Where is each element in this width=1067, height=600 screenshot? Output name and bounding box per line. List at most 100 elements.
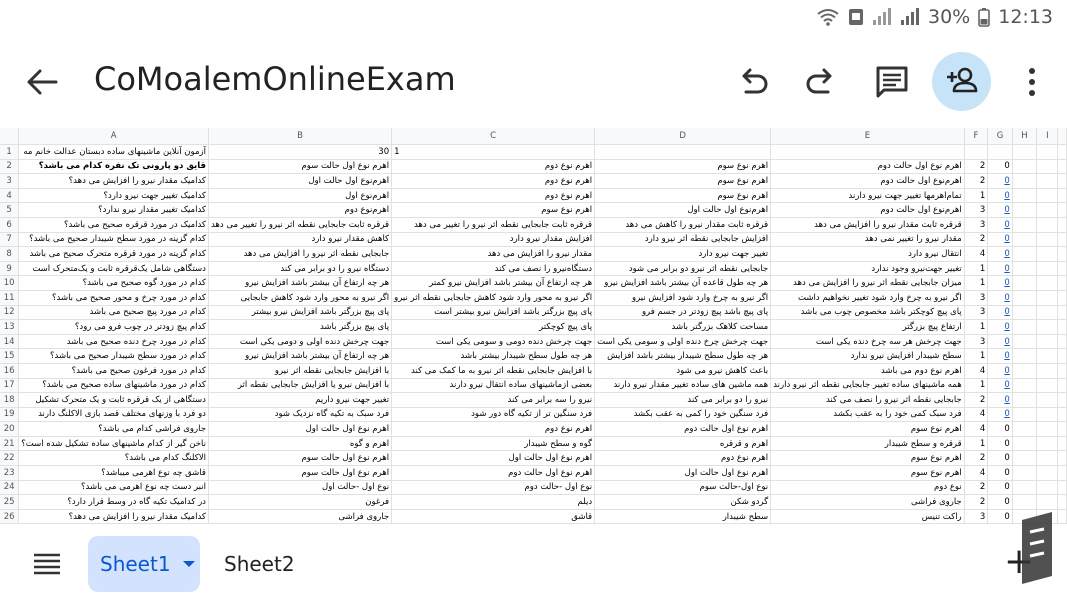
cell-c[interactable]: 1 (391, 144, 596, 160)
cell-c[interactable]: مقدار نیرو را افزایش می دهد (391, 246, 596, 262)
cell-h[interactable] (1012, 246, 1038, 262)
cell-c[interactable]: دیلم (391, 494, 596, 510)
row-number[interactable]: 13 (0, 319, 20, 335)
cell-i[interactable] (1036, 144, 1059, 160)
cell-g[interactable]: 0 (987, 348, 1013, 364)
cell-f[interactable]: 3 (964, 334, 989, 350)
row-number[interactable]: 26 (0, 509, 20, 525)
cell-b[interactable]: اهرم‌نوع دوم (208, 202, 393, 218)
cell-d[interactable]: پای پیچ باشد پیچ زودتر در جسم فرو (594, 305, 772, 321)
cell-extra[interactable] (1057, 334, 1067, 350)
row-number[interactable]: 10 (0, 275, 20, 291)
cell-h[interactable] (1012, 305, 1038, 321)
cell-i[interactable] (1036, 290, 1059, 306)
cell-d[interactable]: اهرم نوع اول حالت اول (594, 465, 772, 481)
cell-extra[interactable] (1057, 173, 1067, 189)
cell-extra[interactable] (1057, 450, 1067, 467)
cell-g[interactable]: 0 (987, 334, 1013, 350)
cell-g[interactable]: 0 (987, 217, 1013, 233)
spreadsheet-grid[interactable]: A B C D E F G H I 1 آزمون آنلاین ماشینهای… (0, 128, 1067, 528)
row-number[interactable]: 15 (0, 348, 20, 364)
cell-i[interactable] (1036, 450, 1059, 467)
column-header[interactable]: E (770, 128, 965, 145)
corner-cell[interactable] (0, 128, 20, 145)
cell-c[interactable]: اگر نیرو به محور وارد شود کاهش جابجایی ن… (391, 290, 596, 306)
cell-e[interactable]: راکت تنیس (770, 509, 965, 525)
cell-e[interactable]: قرقره ثابت مقدار نیرو را افزایش می دهد (770, 217, 965, 233)
cell-a[interactable]: کدام در مورد فرغون صحیح می باشد؟ (18, 363, 209, 379)
cell-f[interactable]: 1 (964, 436, 989, 452)
cell-a[interactable]: کدامیک مقدار نیرو را افزایش می دهد؟ (18, 173, 209, 189)
cell-b[interactable]: اهرم نوع اول حالت سوم (208, 450, 393, 467)
cell-extra[interactable] (1057, 319, 1067, 335)
cell-c[interactable]: پای پیچ کوچکتر (391, 319, 596, 335)
cell-g[interactable]: 0 (987, 159, 1013, 175)
cell-d[interactable]: افزایش جابجایی نقطه اثر نیرو دارد (594, 232, 772, 248)
cell-i[interactable] (1036, 334, 1059, 350)
cell-extra[interactable] (1057, 465, 1067, 481)
cell-a[interactable]: جاروی فراشی کدام می باشد؟ (18, 421, 209, 437)
row-number[interactable]: 18 (0, 392, 20, 408)
cell-h[interactable] (1012, 363, 1038, 379)
cell-d[interactable]: اهرم‌نوع اول حالت اول (594, 202, 772, 218)
cell-e[interactable]: اهرم نوع سوم (770, 465, 965, 481)
cell-extra[interactable] (1057, 363, 1067, 379)
cell-b[interactable]: اهرم‌نوع اول حالت اول (208, 173, 393, 189)
cell-a[interactable]: کدامیک مقدار نیرو را افزایش می دهد؟ (18, 509, 209, 525)
cell-f[interactable]: 1 (964, 378, 989, 394)
cell-e[interactable]: اهرم نوع اول حالت دوم (770, 159, 965, 175)
cell-b[interactable]: 30 (208, 144, 393, 160)
cell-d[interactable]: اگر نیرو به چرخ وارد شود افزایش نیرو (594, 290, 772, 306)
cell-i[interactable] (1036, 480, 1059, 496)
row-number[interactable]: 17 (0, 378, 20, 394)
cell-h[interactable] (1012, 217, 1038, 233)
cell-e[interactable]: همه ماشینهای ساده تغییر جابجایی نقطه اثر… (770, 378, 965, 394)
cell-h[interactable] (1012, 275, 1038, 291)
cell-extra[interactable] (1057, 246, 1067, 262)
cell-a[interactable]: کدامیک تغییر مقدار نیرو ندارد؟ (18, 202, 209, 218)
cell-i[interactable] (1036, 465, 1059, 481)
cell-d[interactable] (594, 144, 772, 160)
cell-c[interactable]: هر چه طول سطح شیبدار بیشتر باشد (391, 348, 596, 364)
cell-g[interactable]: 0 (987, 465, 1013, 481)
cell-f[interactable]: 1 (964, 261, 989, 277)
cell-g[interactable]: 0 (987, 232, 1013, 248)
cell-d[interactable]: هر چه طول سطح شیبدار بیشتر باشد افزایش (594, 348, 772, 364)
cell-b[interactable]: اهرم نوع اول حالت سوم (208, 159, 393, 175)
cell-g[interactable]: 0 (987, 202, 1013, 218)
cell-a[interactable]: در کدامیک تکیه گاه در وسط قرار دارد؟ (18, 494, 209, 510)
cell-c[interactable]: اهرم نوع اول حالت اول (391, 450, 596, 467)
cell-f[interactable]: 4 (964, 363, 989, 379)
cell-a[interactable]: کدام گزینه در مورد سطح شیبدار صحیح می با… (18, 232, 209, 248)
cell-g[interactable]: 0 (987, 319, 1013, 335)
share-button[interactable] (932, 52, 991, 111)
cell-extra[interactable] (1057, 144, 1067, 160)
cell-extra[interactable] (1057, 305, 1067, 321)
cell-e[interactable]: اهرم نوع سوم (770, 450, 965, 467)
cell-extra[interactable] (1057, 392, 1067, 408)
cell-g[interactable]: 0 (987, 246, 1013, 262)
cell-e[interactable]: اگر نیرو به چرخ وارد شود تغییر نخواهیم د… (770, 290, 965, 306)
cell-i[interactable] (1036, 305, 1059, 321)
cell-b[interactable]: اهرم و گوه (208, 436, 393, 452)
cell-h[interactable] (1012, 465, 1038, 481)
cell-i[interactable] (1036, 217, 1059, 233)
cell-e[interactable]: اهرم نوع دوم می باشد (770, 363, 965, 379)
cell-extra[interactable] (1057, 275, 1067, 291)
cell-b[interactable]: فرغون (208, 494, 393, 510)
cell-e[interactable]: پای پیچ کوچکتر باشد مخصوص چوب می باشد (770, 305, 965, 321)
cell-g[interactable]: 0 (987, 392, 1013, 408)
cell-e[interactable]: تغییر جهت‌نیرو وجود ندارد (770, 261, 965, 277)
cell-extra[interactable] (1057, 290, 1067, 306)
cell-c[interactable]: نیرو را سه برابر می کند (391, 392, 596, 408)
cell-a[interactable]: کدامیک در مورد قرقره صحیح می باشد؟ (18, 217, 209, 233)
cell-g[interactable]: 0 (987, 421, 1013, 437)
cell-g[interactable]: 0 (987, 494, 1013, 510)
column-header[interactable]: C (391, 128, 596, 145)
cell-g[interactable]: 0 (987, 275, 1013, 291)
row-number[interactable]: 23 (0, 465, 20, 481)
cell-f[interactable]: 3 (964, 290, 989, 306)
cell-e[interactable]: اهرم‌نوع اول حالت دوم (770, 202, 965, 218)
row-number[interactable]: 22 (0, 450, 20, 467)
cell-b[interactable]: جابجایی نقطه اثر نیرو را افزایش می دهد (208, 246, 393, 262)
